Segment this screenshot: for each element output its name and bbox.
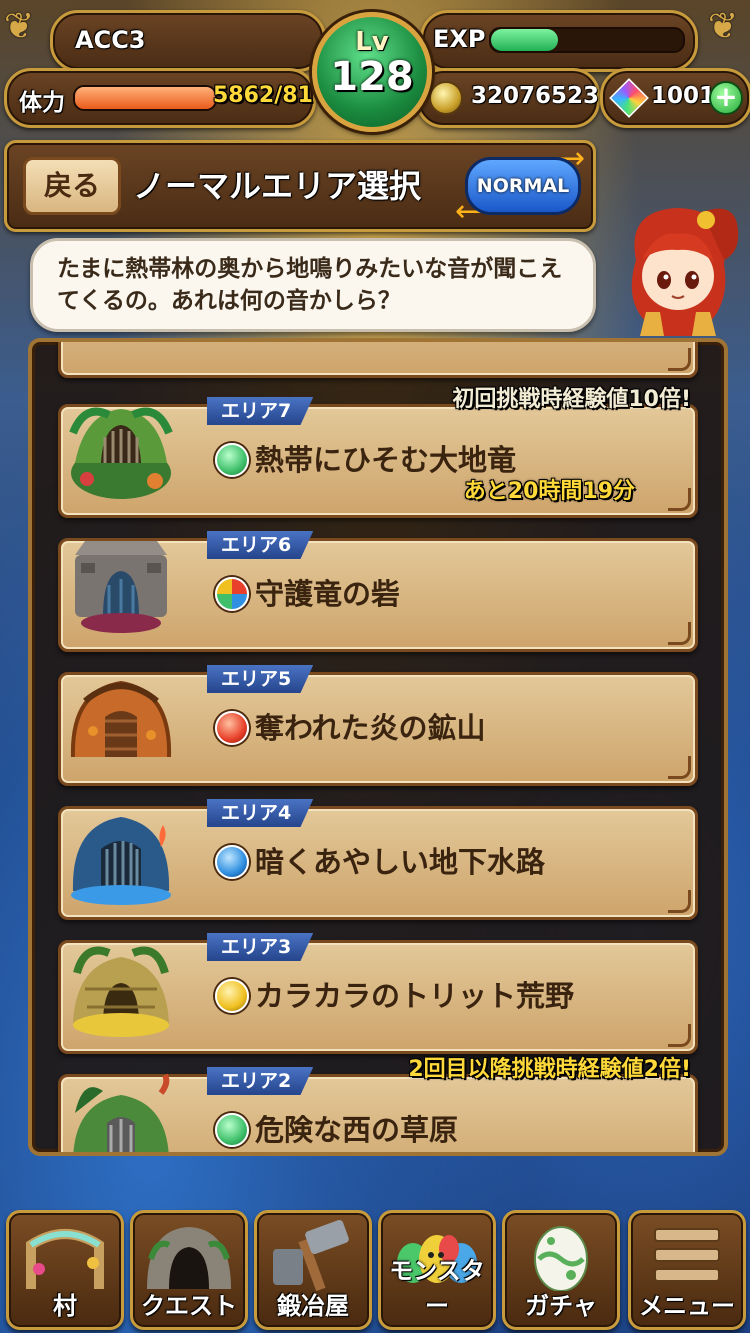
area-card-2[interactable]: エリア2 危険な西の草原 2回目以降挑戦時経験値2倍! bbox=[58, 1057, 698, 1152]
nav-menu-button[interactable]: メニュー bbox=[628, 1210, 746, 1330]
card-corner bbox=[668, 890, 691, 913]
area-name: 暗くあやしい地下水路 bbox=[255, 845, 546, 879]
nav-label: メニュー bbox=[639, 1292, 735, 1320]
back-button[interactable]: 戻る bbox=[23, 157, 121, 215]
area-name: 奪われた炎の鉱山 bbox=[255, 711, 486, 745]
village-gate-icon bbox=[26, 1229, 104, 1289]
egg-icon bbox=[534, 1226, 588, 1291]
area-name: 危険な西の草原 bbox=[255, 1113, 459, 1147]
stamina-fill bbox=[75, 87, 215, 109]
wood-element-icon bbox=[215, 443, 249, 477]
card-corner bbox=[668, 756, 691, 779]
stone-fortress-icon bbox=[75, 541, 167, 633]
area-card-4[interactable]: エリア4 暗くあやしい地下水路 bbox=[58, 799, 698, 920]
tropical-cave-icon bbox=[69, 407, 173, 499]
area-card-7[interactable]: エリア7 熱帯にひそむ大地竜 初回挑戦時経験値10倍! あと20時間19分 bbox=[58, 387, 698, 518]
nav-label: モンスター bbox=[389, 1257, 485, 1320]
nav-label: クエスト bbox=[141, 1292, 237, 1320]
area-list[interactable]: エリア7 熱帯にひそむ大地竜 初回挑戦時経験値10倍! あと20時間19分 エリ… bbox=[28, 338, 728, 1156]
card-corner bbox=[668, 488, 691, 511]
nav-label: ガチャ bbox=[525, 1292, 597, 1320]
title-bar: 戻る ノーマルエリア選択 ⟶⟵ NORMAL bbox=[4, 140, 596, 232]
nav-gacha-button[interactable]: ガチャ bbox=[502, 1210, 620, 1330]
area-card-partial[interactable] bbox=[58, 342, 698, 378]
player-name: ACC3 bbox=[75, 26, 146, 54]
card-corner bbox=[668, 348, 691, 371]
repeat-clear-bonus-notice: 2回目以降挑戦時経験値2倍! bbox=[408, 1057, 691, 1082]
area-card-3[interactable]: エリア3 カラカラのトリット荒野 bbox=[58, 933, 698, 1054]
ornament-left-icon: ❦ bbox=[4, 6, 35, 47]
level-value: 128 bbox=[330, 54, 414, 100]
bottom-navigation: 村 クエスト 鍛冶屋 モンスター ガチャ メニュー bbox=[0, 1204, 750, 1333]
exp-label: EXP bbox=[433, 25, 486, 53]
stamina-track bbox=[73, 85, 217, 111]
water-element-icon bbox=[215, 845, 249, 879]
area-tag: エリア6 bbox=[207, 531, 314, 559]
grassland-icon bbox=[73, 1073, 170, 1152]
page-title: ノーマルエリア選択 bbox=[133, 167, 422, 205]
gem-value: 1001 bbox=[651, 83, 716, 109]
gold-value: 32076523 bbox=[471, 83, 600, 109]
menu-icon bbox=[654, 1228, 720, 1282]
area-tag: エリア7 bbox=[207, 397, 314, 425]
fire-mine-icon bbox=[70, 680, 172, 758]
nav-blacksmith-button[interactable]: 鍛冶屋 bbox=[254, 1210, 372, 1330]
guide-speech-bubble: たまに熱帯林の奥から地鳴りみたいな音が聞こえてくるの。あれは何の音かしら？ bbox=[30, 238, 596, 332]
area-tag: エリア4 bbox=[207, 799, 314, 827]
hammer-icon bbox=[273, 1220, 349, 1291]
area-tag: エリア5 bbox=[207, 665, 314, 693]
add-gems-button[interactable]: + bbox=[709, 81, 743, 115]
nav-label: 鍛冶屋 bbox=[277, 1292, 349, 1320]
stamina-value: 5862/81 bbox=[213, 83, 313, 108]
guide-character-avatar bbox=[631, 208, 739, 336]
player-name-bar: ACC3 bbox=[50, 10, 326, 72]
fire-element-icon bbox=[215, 711, 249, 745]
gem-bar[interactable]: 1001 + bbox=[600, 68, 750, 128]
area-tag: エリア2 bbox=[207, 1067, 314, 1095]
exp-fill bbox=[491, 29, 559, 51]
nav-village-button[interactable]: 村 bbox=[6, 1210, 124, 1330]
multi-element-icon bbox=[215, 577, 249, 611]
exp-bar: EXP bbox=[420, 10, 698, 72]
stamina-bar: 体力 5862/81 bbox=[4, 68, 316, 128]
stamina-label: 体力 bbox=[19, 90, 65, 116]
thunder-element-icon bbox=[215, 979, 249, 1013]
normal-mode-toggle[interactable]: NORMAL bbox=[465, 157, 581, 215]
nav-label: 村 bbox=[53, 1292, 77, 1320]
area-name: カラカラのトリット荒野 bbox=[255, 979, 575, 1013]
level-badge: Lv 128 bbox=[312, 12, 432, 132]
area-timer: あと20時間19分 bbox=[463, 479, 635, 504]
first-clear-bonus-notice: 初回挑戦時経験値10倍! bbox=[452, 387, 691, 412]
card-corner bbox=[668, 1024, 691, 1047]
cave-icon bbox=[147, 1227, 231, 1289]
gem-icon bbox=[609, 78, 649, 118]
gold-bar: 32076523 bbox=[416, 68, 600, 128]
level-label: Lv bbox=[355, 27, 389, 57]
area-card-5[interactable]: エリア5 奪われた炎の鉱山 bbox=[58, 665, 698, 786]
waterway-icon bbox=[71, 817, 171, 905]
coin-icon bbox=[429, 81, 463, 115]
guide-message: たまに熱帯林の奥から地鳴りみたいな音が聞こえてくるの。あれは何の音かしら？ bbox=[57, 256, 563, 314]
wood-element-icon bbox=[215, 1113, 249, 1147]
area-card-6[interactable]: エリア6 守護竜の砦 bbox=[58, 531, 698, 652]
card-corner bbox=[668, 622, 691, 645]
nav-monster-button[interactable]: モンスター bbox=[378, 1210, 496, 1330]
ornament-right-icon: ❦ bbox=[708, 6, 739, 47]
nav-quest-button[interactable]: クエスト bbox=[130, 1210, 248, 1330]
wasteland-icon bbox=[73, 946, 169, 1037]
exp-track bbox=[489, 27, 685, 53]
area-name: 守護竜の砦 bbox=[255, 577, 401, 611]
area-tag: エリア3 bbox=[207, 933, 314, 961]
